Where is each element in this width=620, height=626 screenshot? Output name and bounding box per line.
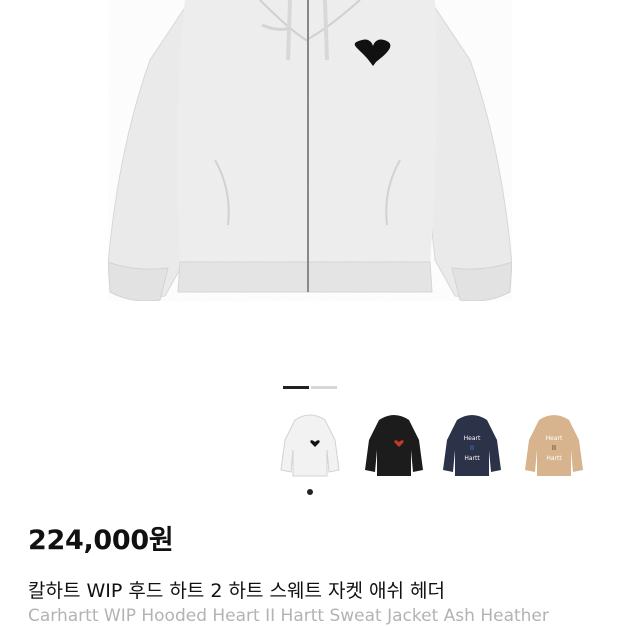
product-price: 224,000원 bbox=[28, 525, 174, 556]
svg-text:Heart: Heart bbox=[546, 435, 563, 442]
product-title-en: Carhartt WIP Hooded Heart II Hartt Sweat… bbox=[28, 606, 549, 626]
hoodie-illustration bbox=[107, 0, 513, 302]
variant-thumb-navy[interactable]: Heart II Hartt bbox=[439, 410, 505, 482]
product-hero-image[interactable] bbox=[0, 0, 620, 370]
svg-text:II: II bbox=[552, 444, 556, 452]
svg-text:Heart: Heart bbox=[464, 435, 481, 442]
svg-text:II: II bbox=[470, 444, 474, 452]
variant-thumb-tan[interactable]: Heart II Hartt bbox=[521, 410, 587, 482]
variant-thumb-ash-heather[interactable] bbox=[277, 410, 343, 482]
svg-text:Hartt: Hartt bbox=[464, 455, 480, 462]
selected-variant-dot bbox=[307, 489, 313, 495]
indicator-inactive bbox=[311, 386, 337, 389]
variant-thumb-black[interactable] bbox=[361, 410, 427, 482]
product-title-ko: 칼하트 WIP 후드 하트 2 하트 스웨트 자켓 애쉬 헤더 bbox=[28, 580, 445, 602]
indicator-active bbox=[283, 386, 309, 389]
svg-text:Hartt: Hartt bbox=[546, 455, 562, 462]
